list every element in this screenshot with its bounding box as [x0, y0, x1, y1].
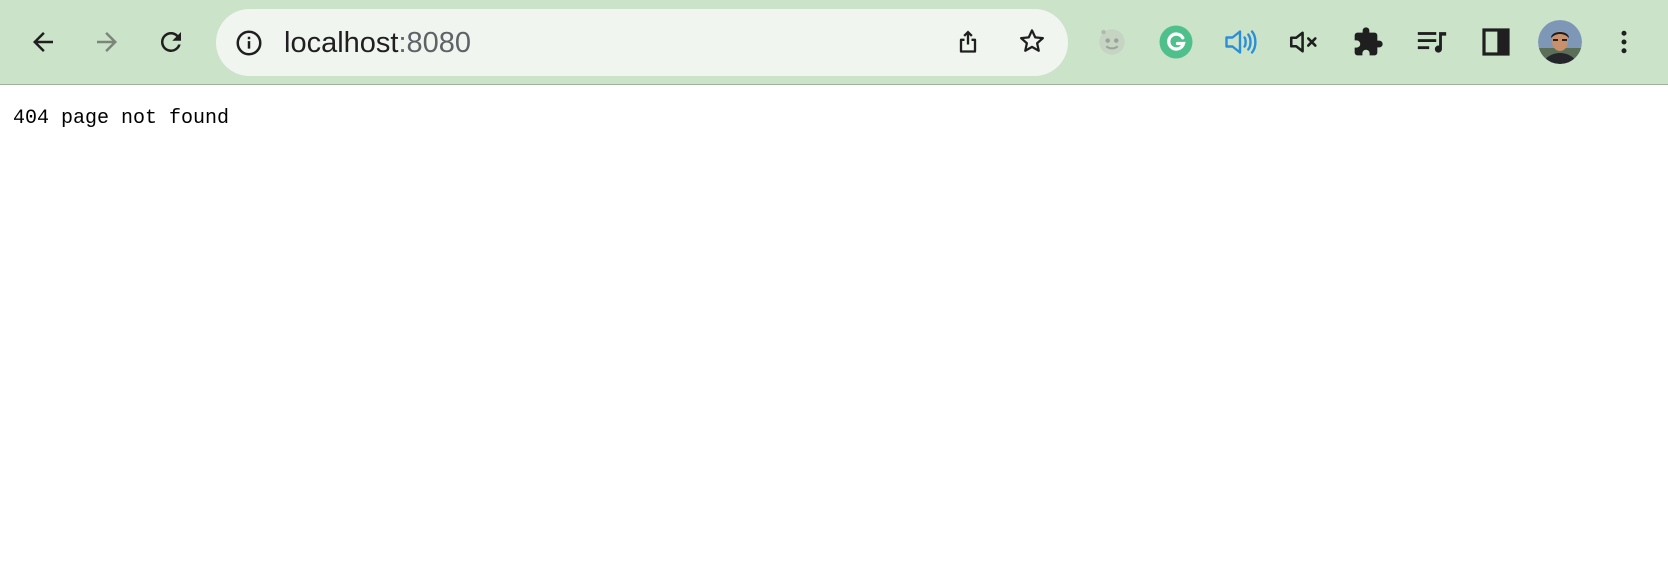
- info-icon[interactable]: [234, 28, 264, 58]
- star-icon: [1017, 26, 1047, 61]
- side-panel-icon: [1480, 26, 1512, 58]
- bookmark-button[interactable]: [1010, 21, 1054, 65]
- speaker-icon: [1222, 24, 1258, 60]
- read-aloud-button[interactable]: [1218, 20, 1262, 64]
- media-controls-button[interactable]: [1410, 20, 1454, 64]
- address-bar[interactable]: localhost:8080: [216, 9, 1068, 76]
- extensions-button[interactable]: [1346, 20, 1390, 64]
- grammarly-button[interactable]: [1154, 20, 1198, 64]
- url-text[interactable]: localhost:8080: [284, 26, 471, 60]
- avatar[interactable]: [1538, 20, 1582, 64]
- back-button[interactable]: [21, 20, 65, 64]
- forward-button[interactable]: [85, 20, 129, 64]
- ghost-extension-icon: [1095, 25, 1129, 59]
- grammarly-icon: [1158, 24, 1194, 60]
- mute-tab-button[interactable]: [1282, 20, 1326, 64]
- browser-toolbar: localhost:8080: [0, 0, 1668, 85]
- share-button[interactable]: [946, 21, 990, 65]
- url-port: :8080: [398, 27, 472, 59]
- puzzle-icon: [1352, 26, 1384, 58]
- share-icon: [954, 27, 982, 60]
- kebab-menu-icon: [1609, 27, 1639, 57]
- page-body-text: 404 page not found: [13, 107, 230, 130]
- browser-menu-button[interactable]: [1602, 20, 1646, 64]
- forward-arrow-icon: [92, 27, 122, 57]
- url-host: localhost: [284, 27, 399, 59]
- mute-tab-icon: [1287, 25, 1321, 59]
- media-control-icon: [1415, 25, 1449, 59]
- reload-button[interactable]: [149, 20, 193, 64]
- side-panel-button[interactable]: [1474, 20, 1518, 64]
- reload-icon: [156, 27, 186, 57]
- back-arrow-icon: [28, 27, 58, 57]
- extension-ghost-button[interactable]: [1090, 20, 1134, 64]
